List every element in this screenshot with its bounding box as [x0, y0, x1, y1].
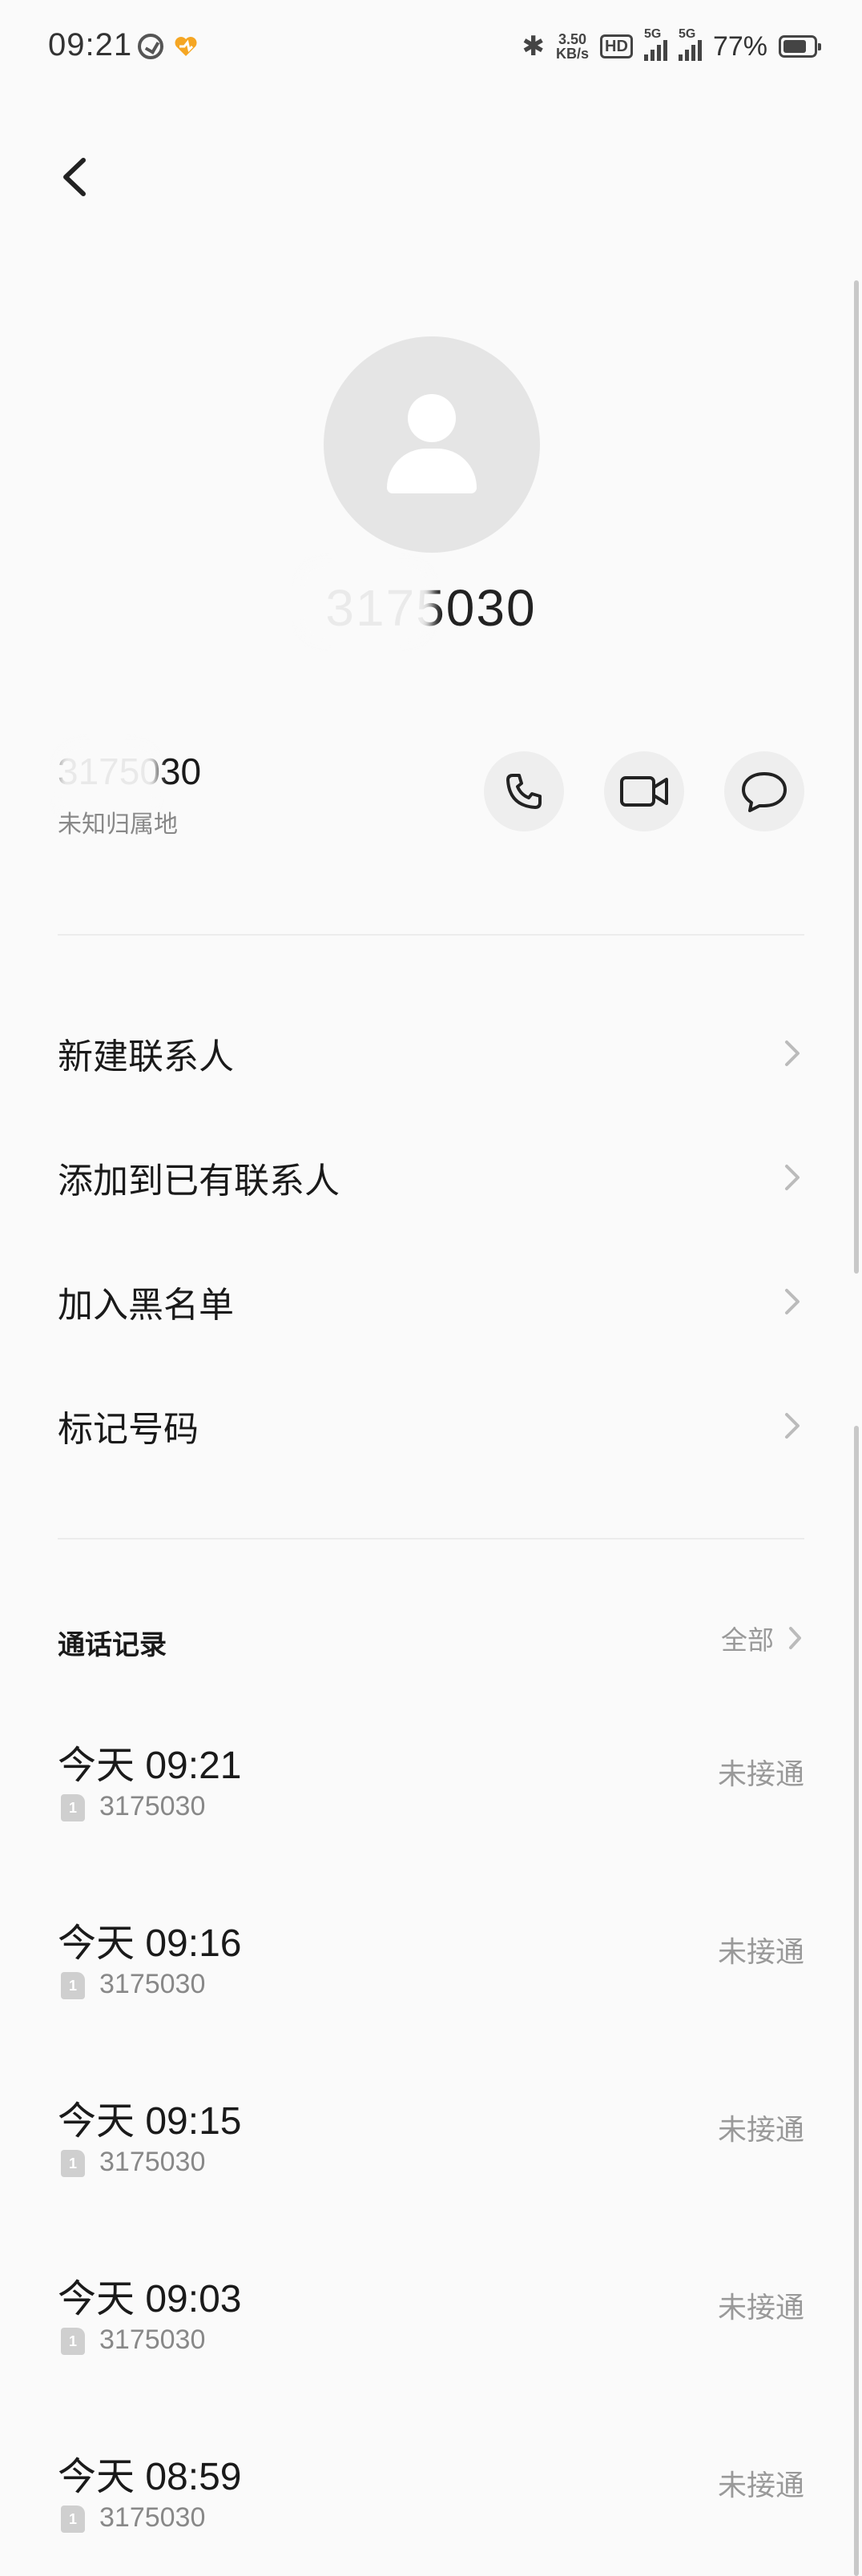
- network-speed-unit: KB/s: [556, 46, 590, 62]
- avatar-body: [387, 449, 477, 493]
- menu-label: 添加到已有联系人: [58, 1161, 340, 1201]
- chat-bubble-icon: [742, 772, 787, 812]
- menu-mark-number[interactable]: 标记号码: [0, 1366, 862, 1486]
- privacy-blur: [298, 561, 433, 644]
- hd-badge: HD: [600, 34, 633, 58]
- call-status: 未接通: [717, 1757, 804, 1790]
- contact-avatar: [324, 336, 540, 553]
- battery-percent: 77%: [712, 30, 767, 62]
- chevron-right-icon: [789, 1627, 801, 1649]
- chevron-right-icon: [785, 1040, 800, 1066]
- back-button[interactable]: [51, 149, 99, 205]
- call-log-all-button[interactable]: 全部: [721, 1620, 804, 1656]
- call-time: 今天 09:15: [58, 2100, 242, 2143]
- scrollbar[interactable]: [854, 1426, 859, 2576]
- call-number: 3175030: [99, 1969, 206, 1999]
- message-button[interactable]: [724, 751, 804, 831]
- number-location: 未知归属地: [58, 811, 178, 838]
- menu-label: 标记号码: [58, 1410, 199, 1449]
- chevron-right-icon: [785, 1165, 800, 1190]
- scrollbar[interactable]: [854, 280, 859, 1274]
- menu-label: 加入黑名单: [58, 1286, 234, 1325]
- status-bar: 09:21 ✱ 3.50 KB/s HD 5G 5G 77%: [0, 0, 862, 96]
- video-camera-icon: [620, 776, 668, 807]
- chevron-right-icon: [785, 1289, 800, 1314]
- divider: [58, 1538, 804, 1540]
- call-status: 未接通: [717, 2291, 804, 2324]
- call-status: 未接通: [717, 1935, 804, 1968]
- call-time: 今天 08:59: [58, 2456, 242, 2498]
- signal-sim1-icon: 5G: [643, 27, 667, 61]
- call-log-entry[interactable]: 今天 09:03 1 3175030 未接通: [0, 2267, 862, 2445]
- call-number: 3175030: [99, 2324, 206, 2355]
- call-log-entry[interactable]: 今天 09:21 1 3175030 未接通: [0, 1733, 862, 1911]
- heart-icon: [175, 37, 197, 56]
- menu-new-contact[interactable]: 新建联系人: [0, 993, 862, 1113]
- status-time: 09:21: [48, 27, 133, 62]
- timer-icon: [138, 34, 163, 59]
- menu-add-to-existing[interactable]: 添加到已有联系人: [0, 1117, 862, 1238]
- call-number: 3175030: [99, 2502, 206, 2533]
- avatar-head: [408, 394, 456, 442]
- battery-fill: [783, 40, 806, 53]
- call-status: 未接通: [717, 2113, 804, 2146]
- call-log-entry[interactable]: 今天 09:15 1 3175030 未接通: [0, 2089, 862, 2267]
- sim2-network-label: 5G: [678, 27, 696, 41]
- network-speed-value: 3.50: [558, 31, 587, 47]
- menu-label: 新建联系人: [58, 1037, 234, 1077]
- sim-card-icon: 1: [61, 2506, 85, 2533]
- sim-card-icon: 1: [61, 2150, 85, 2177]
- call-time: 今天 09:16: [58, 1922, 242, 1965]
- call-time: 今天 09:03: [58, 2278, 242, 2320]
- battery-icon: [779, 35, 821, 58]
- call-log-all-label: 全部: [721, 1625, 774, 1655]
- call-time: 今天 09:21: [58, 1745, 242, 1787]
- divider: [58, 934, 804, 936]
- call-status: 未接通: [717, 2469, 804, 2502]
- signal-sim2-icon: 5G: [678, 27, 702, 61]
- sim1-network-label: 5G: [643, 27, 662, 41]
- chevron-right-icon: [785, 1413, 800, 1439]
- call-log-entry[interactable]: 今天 08:59 1 3175030 未接通: [0, 2445, 862, 2576]
- call-button[interactable]: [484, 751, 564, 831]
- video-call-button[interactable]: [604, 751, 684, 831]
- sim-card-icon: 1: [61, 1972, 85, 1999]
- bluetooth-icon: ✱: [522, 31, 546, 62]
- network-speed: 3.50 KB/s: [556, 32, 589, 61]
- call-number: 3175030: [99, 1791, 206, 1821]
- status-indicators: ✱ 3.50 KB/s HD 5G 5G 77%: [522, 24, 821, 69]
- call-log-entry[interactable]: 今天 09:16 1 3175030 未接通: [0, 1911, 862, 2089]
- call-number: 3175030: [99, 2147, 206, 2177]
- call-log-title: 通话记录: [58, 1630, 167, 1660]
- sim-card-icon: 1: [61, 1794, 85, 1821]
- sim-card-icon: 1: [61, 2328, 85, 2355]
- phone-icon: [506, 774, 542, 809]
- menu-blacklist[interactable]: 加入黑名单: [0, 1242, 862, 1362]
